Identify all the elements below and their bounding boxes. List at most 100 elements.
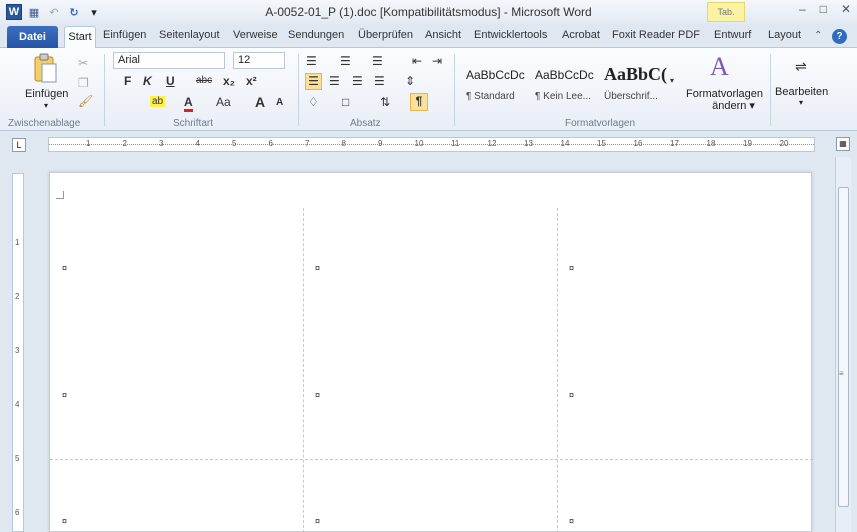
horizontal-ruler[interactable]: 1 2 3 4 5 6 7 8 9 10 11 12 13 14 15 16 17 18 19 20 <box>48 137 815 152</box>
editing-button[interactable]: Bearbeiten <box>775 86 828 98</box>
tab-seitenlayout[interactable]: Seitenlayout <box>159 29 220 41</box>
tab-layout[interactable]: Layout <box>768 29 801 41</box>
align-center-button[interactable]: ☰ <box>329 74 340 88</box>
superscript-button[interactable]: x² <box>246 74 257 88</box>
change-styles-button[interactable]: Formatvorlagen ändern ▾ <box>686 88 763 112</box>
help-icon[interactable]: ? <box>832 29 847 44</box>
scrollbar-thumb[interactable] <box>838 187 849 507</box>
ruler-number: 6 <box>15 508 20 517</box>
increase-indent-icon[interactable]: ⇥ <box>432 54 442 68</box>
decrease-indent-icon[interactable]: ⇤ <box>412 54 422 68</box>
tab-verweise[interactable]: Verweise <box>233 29 278 41</box>
ruler-number: 18 <box>706 139 716 148</box>
minimize-ribbon-icon[interactable]: ⌃ <box>814 30 822 41</box>
copy-icon[interactable]: ❐ <box>78 76 89 90</box>
clipboard-group-label: Zwischenablage <box>8 118 81 129</box>
numbering-icon[interactable]: ☰ <box>340 54 351 68</box>
paste-icon[interactable] <box>30 52 60 86</box>
style-ueberschrift[interactable]: AaBbC( Überschrif... <box>602 62 668 110</box>
tab-entwicklertools[interactable]: Entwicklertools <box>474 29 547 41</box>
group-divider <box>104 54 105 126</box>
font-size-box[interactable]: 12 <box>233 52 285 69</box>
tab-datei[interactable]: Datei <box>7 26 58 48</box>
group-divider <box>454 54 455 126</box>
tab-acrobat[interactable]: Acrobat <box>562 29 600 41</box>
cut-icon[interactable]: ✂ <box>78 56 88 70</box>
minimize-button[interactable]: – <box>799 2 806 16</box>
editing-dropdown-icon[interactable]: ▾ <box>799 98 803 107</box>
document-page[interactable]: ¤ ¤ ¤ ¤ ¤ ¤ ¤ ¤ ¤ <box>49 172 813 532</box>
restore-button[interactable]: □ <box>820 2 827 16</box>
subscript-button[interactable]: x₂ <box>223 74 235 88</box>
bold-button[interactable]: F <box>124 74 131 88</box>
tab-sendungen[interactable]: Sendungen <box>288 29 344 41</box>
align-left-button[interactable]: ☰ <box>305 73 322 90</box>
line-spacing-icon[interactable]: ⇕ <box>405 74 415 88</box>
table-gridline <box>50 459 813 460</box>
italic-button[interactable]: K <box>143 74 152 88</box>
ruler-number: 1 <box>86 139 91 148</box>
font-group-label: Schriftart <box>173 118 214 129</box>
cell-end-mark: ¤ <box>569 390 575 400</box>
ribbon-tabs: Datei Start Einfügen Seitenlayout Verwei… <box>0 24 857 49</box>
shrink-font-button[interactable]: A <box>276 97 283 108</box>
cell-end-mark: ¤ <box>315 390 321 400</box>
close-button[interactable]: ✕ <box>841 2 851 16</box>
tab-ansicht[interactable]: Ansicht <box>425 29 461 41</box>
tab-foxit-reader-pdf[interactable]: Foxit Reader PDF <box>612 29 700 41</box>
ruler-number: 17 <box>670 139 679 148</box>
vertical-ruler[interactable]: 1 2 3 4 5 6 <box>12 173 24 532</box>
styles-more-icon[interactable]: ▾ <box>670 76 674 85</box>
change-case-button[interactable]: Aa <box>216 95 231 109</box>
change-styles-icon[interactable]: A <box>710 52 729 82</box>
change-styles-label: Formatvorlagen <box>686 88 764 100</box>
vertical-scrollbar[interactable]: ≡ <box>835 157 851 532</box>
cell-end-mark: ¤ <box>315 263 321 273</box>
ruler-number: 3 <box>15 346 20 355</box>
borders-icon[interactable]: □ <box>342 95 349 109</box>
cell-end-mark: ¤ <box>569 516 575 526</box>
justify-button[interactable]: ☰ <box>374 74 385 88</box>
find-icon[interactable]: ⇌ <box>795 58 807 75</box>
ruler-number: 1 <box>15 238 20 247</box>
align-right-button[interactable]: ☰ <box>352 74 363 88</box>
cell-end-mark: ¤ <box>315 516 321 526</box>
tab-start[interactable]: Start <box>64 26 96 49</box>
style-name: ¶ Standard <box>466 91 515 102</box>
font-name-box[interactable]: Arial <box>113 52 225 69</box>
ruler-number: 7 <box>305 139 310 148</box>
ruler-number: 4 <box>195 139 200 148</box>
group-divider <box>298 54 299 126</box>
sort-icon[interactable]: ⇅ <box>380 95 390 109</box>
paste-button[interactable]: Einfügen <box>25 88 68 100</box>
format-painter-icon[interactable]: 🖌 <box>78 94 93 108</box>
style-kein-leerraum[interactable]: AaBbCcDc ¶ Kein Lee... <box>533 62 599 110</box>
underline-button[interactable]: U <box>166 74 175 88</box>
cell-end-mark: ¤ <box>62 390 68 400</box>
window-controls: – □ ✕ <box>799 2 851 16</box>
paragraph-group-label: Absatz <box>350 118 381 129</box>
paste-dropdown-icon[interactable]: ▾ <box>44 101 48 110</box>
shading-icon[interactable]: ♢ <box>308 95 319 109</box>
ruler-number: 12 <box>487 139 497 148</box>
bullets-icon[interactable]: ☰ <box>306 54 317 68</box>
style-preview: AaBbCcDc <box>535 68 594 82</box>
tab-entwurf[interactable]: Entwurf <box>714 29 751 41</box>
cell-end-mark: ¤ <box>62 516 68 526</box>
table-gridline <box>557 208 558 532</box>
ruler-number: 15 <box>597 139 606 148</box>
show-formatting-button[interactable]: ¶ <box>410 93 428 111</box>
highlight-color-button[interactable]: ab <box>150 96 166 107</box>
grow-font-button[interactable]: A <box>255 94 265 110</box>
style-standard[interactable]: AaBbCcDc ¶ Standard <box>464 62 530 110</box>
tab-ueberpruefen[interactable]: Überprüfen <box>358 29 413 41</box>
view-ruler-icon[interactable]: ▦ <box>836 137 850 151</box>
font-color-button[interactable]: A <box>184 95 193 112</box>
change-styles-label: ändern ▾ <box>712 100 755 112</box>
multilevel-list-icon[interactable]: ☰ <box>372 54 383 68</box>
tab-selector-icon[interactable]: L <box>12 138 26 152</box>
ruler-number: 2 <box>122 139 127 148</box>
strikethrough-button[interactable]: abc <box>196 75 212 86</box>
tab-einfuegen[interactable]: Einfügen <box>103 29 146 41</box>
margin-corner-mark <box>56 191 64 199</box>
